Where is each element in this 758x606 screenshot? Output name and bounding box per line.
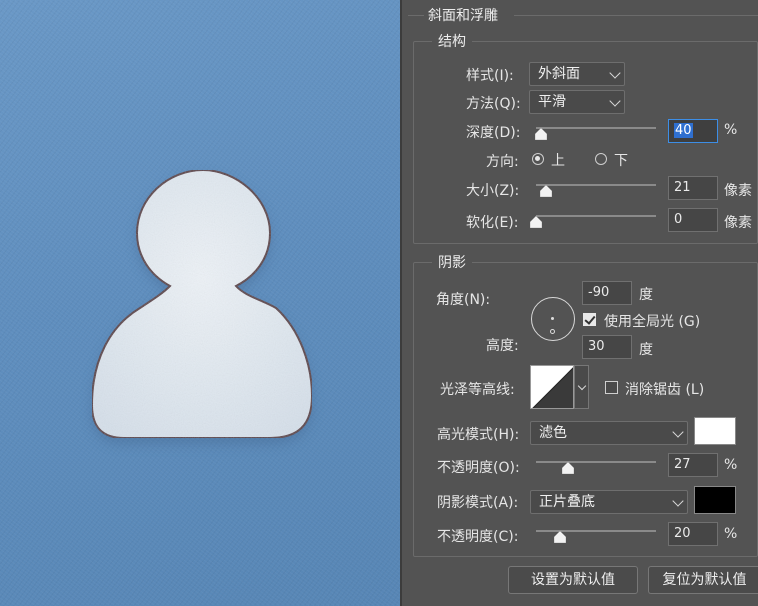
depth-slider-thumb[interactable] — [534, 128, 547, 140]
shading-title: 阴影 — [432, 252, 472, 272]
global-light-label: 使用全局光 (G) — [604, 314, 701, 330]
soften-input[interactable]: 0 — [668, 208, 718, 232]
highlight-color-swatch[interactable] — [694, 417, 736, 445]
size-label: 大小(Z): — [466, 183, 520, 199]
direction-down-label: 下 — [614, 153, 628, 169]
soften-value: 0 — [674, 212, 683, 227]
highlight-opacity-value: 27 — [674, 457, 691, 472]
altitude-label: 高度: — [486, 338, 519, 354]
direction-up-radio[interactable] — [532, 153, 544, 165]
style-select[interactable]: 外斜面 — [529, 62, 625, 86]
angle-dial-center — [551, 317, 554, 320]
direction-up-label: 上 — [551, 153, 565, 169]
size-value: 21 — [674, 180, 691, 195]
highlight-mode-select[interactable]: 滤色 — [530, 421, 688, 445]
chevron-down-icon — [672, 495, 684, 507]
angle-dial-handle[interactable] — [550, 329, 555, 334]
technique-label: 方法(Q): — [466, 96, 521, 112]
altitude-unit: 度 — [639, 342, 653, 358]
soften-label: 软化(E): — [466, 215, 519, 231]
direction-label: 方向: — [486, 154, 519, 170]
shadow-mode-value: 正片叠底 — [539, 494, 595, 510]
divider — [408, 15, 424, 16]
anti-aliased-checkbox[interactable] — [605, 381, 618, 394]
soften-unit: 像素 — [724, 215, 752, 231]
section-title: 斜面和浮雕 — [428, 8, 498, 24]
shadow-color-swatch[interactable] — [694, 486, 736, 514]
soften-slider-track[interactable] — [536, 215, 656, 217]
size-unit: 像素 — [724, 183, 752, 199]
technique-value: 平滑 — [538, 94, 566, 110]
size-slider-thumb[interactable] — [540, 185, 553, 197]
chevron-down-icon — [577, 381, 587, 391]
shadow-mode-select[interactable]: 正片叠底 — [530, 490, 688, 514]
document-canvas[interactable] — [0, 0, 400, 606]
shadow-mode-label: 阴影模式(A): — [437, 495, 519, 511]
chevron-down-icon — [672, 426, 684, 438]
contour-curve-icon — [532, 367, 573, 408]
highlight-opacity-unit: % — [724, 457, 738, 473]
highlight-opacity-thumb[interactable] — [562, 462, 575, 474]
highlight-mode-value: 滤色 — [539, 425, 567, 441]
depth-input[interactable]: 40 — [668, 119, 718, 143]
angle-value: -90 — [588, 285, 610, 300]
size-input[interactable]: 21 — [668, 176, 718, 200]
angle-input[interactable]: -90 — [582, 281, 632, 305]
layer-style-panel: 斜面和浮雕 结构 样式(I): 外斜面 方法(Q): 平滑 深度(D): 40 … — [400, 0, 758, 606]
depth-label: 深度(D): — [466, 125, 521, 141]
divider — [514, 15, 758, 16]
angle-dial[interactable] — [531, 297, 575, 341]
shadow-opacity-input[interactable]: 20 — [668, 522, 718, 546]
technique-select[interactable]: 平滑 — [529, 90, 625, 114]
style-value: 外斜面 — [538, 66, 580, 82]
gloss-contour-dropdown[interactable] — [574, 365, 589, 409]
depth-value: 40 — [674, 123, 693, 138]
highlight-opacity-input[interactable]: 27 — [668, 453, 718, 477]
global-light-checkbox[interactable] — [583, 313, 596, 326]
chevron-down-icon — [609, 95, 621, 107]
reset-default-button[interactable]: 复位为默认值 — [648, 566, 758, 594]
direction-down-radio[interactable] — [595, 153, 607, 165]
gloss-contour-label: 光泽等高线: — [440, 382, 515, 398]
size-slider-track[interactable] — [536, 184, 656, 186]
altitude-value: 30 — [588, 339, 605, 354]
structure-title: 结构 — [432, 31, 472, 51]
shadow-opacity-unit: % — [724, 526, 738, 542]
make-default-button[interactable]: 设置为默认值 — [508, 566, 638, 594]
depth-unit: % — [724, 122, 738, 138]
person-silhouette-icon — [90, 168, 314, 444]
shadow-opacity-label: 不透明度(C): — [437, 529, 519, 545]
angle-unit: 度 — [639, 287, 653, 303]
depth-slider-track[interactable] — [536, 127, 656, 129]
chevron-down-icon — [609, 67, 621, 79]
shadow-opacity-thumb[interactable] — [554, 531, 566, 543]
altitude-input[interactable]: 30 — [582, 335, 632, 359]
style-label: 样式(I): — [466, 68, 514, 84]
angle-label: 角度(N): — [436, 292, 491, 308]
anti-aliased-label: 消除锯齿 (L) — [625, 382, 705, 398]
highlight-mode-label: 高光模式(H): — [437, 427, 520, 443]
soften-slider-thumb[interactable] — [530, 216, 542, 228]
shadow-opacity-value: 20 — [674, 526, 691, 541]
highlight-opacity-track[interactable] — [536, 461, 656, 463]
highlight-opacity-label: 不透明度(O): — [437, 460, 520, 476]
gloss-contour-preview[interactable] — [530, 365, 574, 409]
